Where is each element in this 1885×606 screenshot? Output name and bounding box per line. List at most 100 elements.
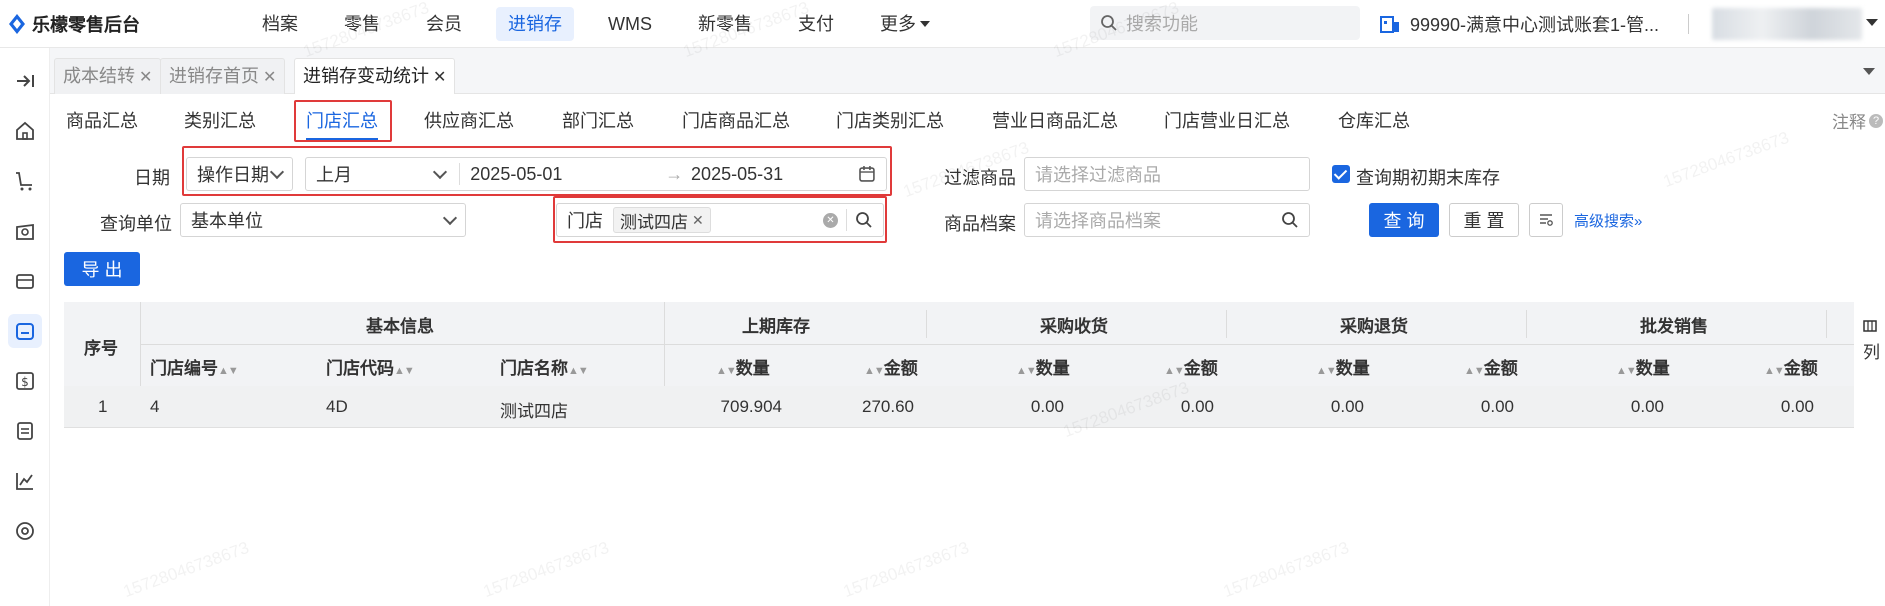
main-nav: 档案 零售 会员 进销存 WMS 新零售 支付 更多	[250, 0, 964, 48]
sort-icon: ▲▼	[1164, 365, 1185, 377]
search-icon[interactable]	[1281, 211, 1299, 229]
user-menu-caret-icon[interactable]	[1866, 19, 1878, 32]
filter-list-icon	[1540, 214, 1553, 226]
advanced-search-link[interactable]: 高级搜索»	[1574, 210, 1642, 231]
group-purchase-receive: 采购收货	[1040, 317, 1108, 336]
rtab-store-category-summary[interactable]: 门店类别汇总	[836, 106, 944, 140]
export-button[interactable]: 导 出	[64, 252, 140, 286]
nav-item-more[interactable]: 更多	[868, 7, 942, 41]
sort-icon: ▲▼	[1464, 365, 1485, 377]
store-select[interactable]: 门店 测试四店 ✕ ✕	[556, 203, 884, 237]
wallet-icon[interactable]	[8, 264, 42, 298]
close-icon[interactable]: ✕	[692, 212, 704, 229]
expand-sidebar-icon[interactable]	[8, 64, 42, 98]
filter-goods-input[interactable]: 请选择过滤商品	[1024, 157, 1310, 191]
col-whs-qty[interactable]: ▲▼数量	[1616, 354, 1670, 379]
divider	[846, 209, 847, 231]
account-switcher[interactable]: 99990-满意中心测试账套1-管...	[1380, 0, 1659, 48]
account-label: 99990-满意中心测试账套1-管...	[1410, 15, 1660, 35]
rtab-business-day-goods-summary[interactable]: 营业日商品汇总	[992, 106, 1118, 140]
rtab-store-business-day-summary[interactable]: 门店营业日汇总	[1164, 106, 1290, 140]
table-row[interactable]: 1 4 4D 测试四店 709.904 270.60 0.00 0.00 0.0…	[64, 386, 1854, 428]
double-chevron-down-icon: »	[1634, 213, 1643, 230]
nav-item-member[interactable]: 会员	[414, 7, 474, 41]
sort-icon: ▲▼	[1016, 365, 1037, 377]
cart-icon[interactable]	[8, 164, 42, 198]
user-avatar[interactable]	[1712, 8, 1862, 40]
close-icon[interactable]: ✕	[139, 69, 152, 86]
close-icon[interactable]: ✕	[263, 69, 276, 86]
rtab-goods-summary[interactable]: 商品汇总	[66, 106, 138, 140]
sort-icon: ▲▼	[716, 365, 737, 377]
column-toggle[interactable]: 列	[1863, 318, 1885, 363]
col-whs-amt[interactable]: ▲▼金额	[1764, 354, 1818, 379]
include-stock-checkbox[interactable]	[1332, 165, 1350, 183]
app-logo[interactable]: 乐檬零售后台	[8, 10, 140, 38]
header-divider	[140, 344, 1854, 345]
cell-store-no: 4	[150, 397, 160, 416]
rtab-store-goods-summary[interactable]: 门店商品汇总	[682, 106, 790, 140]
inventory-icon[interactable]	[8, 314, 42, 348]
column-settings-button[interactable]	[1529, 203, 1563, 237]
nav-item-retail[interactable]: 零售	[332, 7, 392, 41]
tab-dropdown-icon[interactable]	[1863, 68, 1875, 81]
calendar-icon[interactable]	[858, 165, 876, 183]
tab-cost-carryover[interactable]: 成本结转 ✕	[54, 58, 162, 94]
close-icon[interactable]: ✕	[433, 69, 446, 86]
watermark: 15728046738673	[1220, 537, 1352, 602]
cell-store-name: 测试四店	[500, 402, 568, 421]
rtab-category-summary[interactable]: 类别汇总	[184, 106, 256, 140]
col-prev-qty[interactable]: ▲▼数量	[716, 354, 770, 379]
nav-item-inventory[interactable]: 进销存	[496, 7, 574, 41]
chart-icon[interactable]	[8, 464, 42, 498]
payment-icon[interactable]: $	[8, 364, 42, 398]
nav-item-new-retail[interactable]: 新零售	[686, 7, 764, 41]
unit-select[interactable]: 基本单位	[180, 203, 466, 237]
cell-prev-qty: 709.904	[720, 397, 782, 416]
chevron-down-icon	[442, 210, 458, 225]
date-range-picker[interactable]: 上月 2025-05-01 → 2025-05-31	[305, 157, 887, 191]
unit-label: 查询单位	[100, 214, 172, 234]
home-icon[interactable]	[8, 114, 42, 148]
nav-item-wms[interactable]: WMS	[596, 7, 664, 41]
tab-inventory-change-stats[interactable]: 进销存变动统计 ✕	[294, 58, 456, 94]
tab-inventory-home[interactable]: 进销存首页 ✕	[160, 58, 286, 94]
watermark: 15728046738673	[120, 537, 252, 602]
rtab-warehouse-summary[interactable]: 仓库汇总	[1338, 106, 1410, 140]
settings-icon[interactable]	[8, 514, 42, 548]
clear-icon[interactable]: ✕	[823, 212, 838, 228]
col-store-code[interactable]: 门店代码▲▼	[326, 354, 415, 379]
cell-index: 1	[98, 397, 108, 416]
note-link[interactable]: 注释?	[1832, 108, 1883, 133]
col-prev-amt[interactable]: ▲▼金额	[864, 354, 918, 379]
date-type-select[interactable]: 操作日期	[186, 157, 293, 191]
col-store-name[interactable]: 门店名称▲▼	[500, 354, 589, 379]
rtab-department-summary[interactable]: 部门汇总	[562, 106, 634, 140]
col-ret-qty[interactable]: ▲▼数量	[1316, 354, 1370, 379]
nav-item-payment[interactable]: 支付	[786, 7, 846, 41]
search-icon[interactable]	[855, 211, 873, 229]
col-store-no[interactable]: 门店编号▲▼	[150, 354, 239, 379]
rtab-supplier-summary[interactable]: 供应商汇总	[424, 106, 514, 140]
column-divider	[1526, 310, 1527, 338]
search-placeholder: 搜索功能	[1126, 14, 1198, 34]
sidebar: $	[0, 48, 50, 606]
col-recv-qty[interactable]: ▲▼数量	[1016, 354, 1070, 379]
cell-whs-qty: 0.00	[1630, 397, 1664, 416]
col-recv-amt[interactable]: ▲▼金额	[1164, 354, 1218, 379]
col-index: 序号	[84, 339, 118, 358]
document-icon[interactable]	[8, 414, 42, 448]
end-date[interactable]: 2025-05-31	[691, 164, 858, 185]
function-search[interactable]: 搜索功能	[1090, 6, 1360, 40]
query-button[interactable]: 查 询	[1369, 203, 1439, 237]
cell-store-code: 4D	[326, 397, 348, 416]
goods-archive-input[interactable]: 请选择商品档案	[1024, 203, 1310, 237]
cell-prev-amt: 270.60	[862, 397, 914, 416]
cell-recv-amt: 0.00	[1180, 397, 1214, 416]
sort-icon: ▲▼	[1764, 365, 1785, 377]
reset-button[interactable]: 重 置	[1449, 203, 1519, 237]
start-date[interactable]: 2025-05-01	[470, 164, 665, 185]
bag-icon[interactable]	[8, 214, 42, 248]
nav-item-archive[interactable]: 档案	[250, 7, 310, 41]
col-ret-amt[interactable]: ▲▼金额	[1464, 354, 1518, 379]
